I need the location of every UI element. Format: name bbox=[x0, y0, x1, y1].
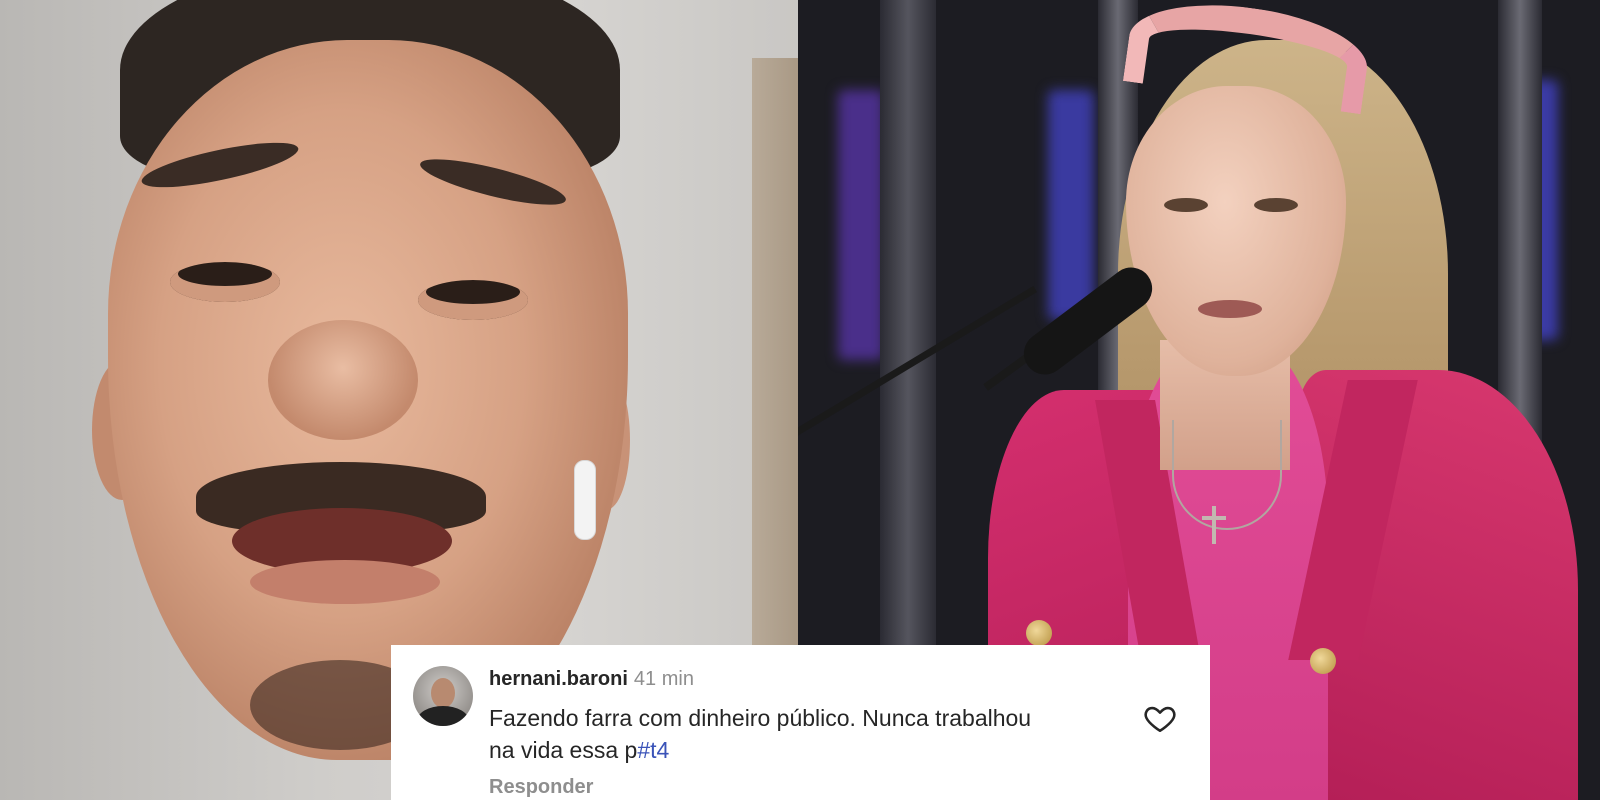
comment-meta: hernani.baroni 41 min bbox=[489, 668, 694, 691]
woman-mouth bbox=[1198, 300, 1262, 318]
necklace bbox=[1172, 420, 1282, 530]
reply-button[interactable]: Responder bbox=[489, 776, 593, 799]
background-light bbox=[838, 90, 884, 360]
heart-outline-icon[interactable] bbox=[1143, 701, 1177, 735]
earbud bbox=[574, 460, 596, 540]
background-light bbox=[1048, 90, 1094, 320]
comment-hashtag[interactable]: #t4 bbox=[637, 737, 669, 763]
woman-left-eye bbox=[1164, 198, 1208, 212]
comment-text: Fazendo farra com dinheiro público. Nunc… bbox=[489, 702, 1049, 766]
man-nose bbox=[268, 320, 418, 440]
cross-pendant bbox=[1212, 506, 1216, 544]
man-right-eye bbox=[418, 280, 528, 320]
gold-button bbox=[1310, 648, 1336, 674]
flower-crown bbox=[1122, 0, 1374, 115]
woman-right-eye bbox=[1254, 198, 1298, 212]
man-lower-lip bbox=[250, 560, 440, 604]
comment-username[interactable]: hernani.baroni bbox=[489, 668, 628, 690]
gold-button bbox=[1026, 620, 1052, 646]
avatar-body bbox=[417, 706, 469, 726]
user-avatar[interactable] bbox=[413, 666, 473, 726]
cross-pendant bbox=[1202, 516, 1226, 520]
man-left-eye bbox=[170, 262, 280, 302]
comment-text-main: Fazendo farra com dinheiro público. Nunc… bbox=[489, 705, 1032, 763]
comment-time: 41 min bbox=[633, 668, 694, 690]
comment-card: hernani.baroni 41 min Fazendo farra com d… bbox=[391, 645, 1210, 800]
avatar-head bbox=[431, 678, 455, 708]
